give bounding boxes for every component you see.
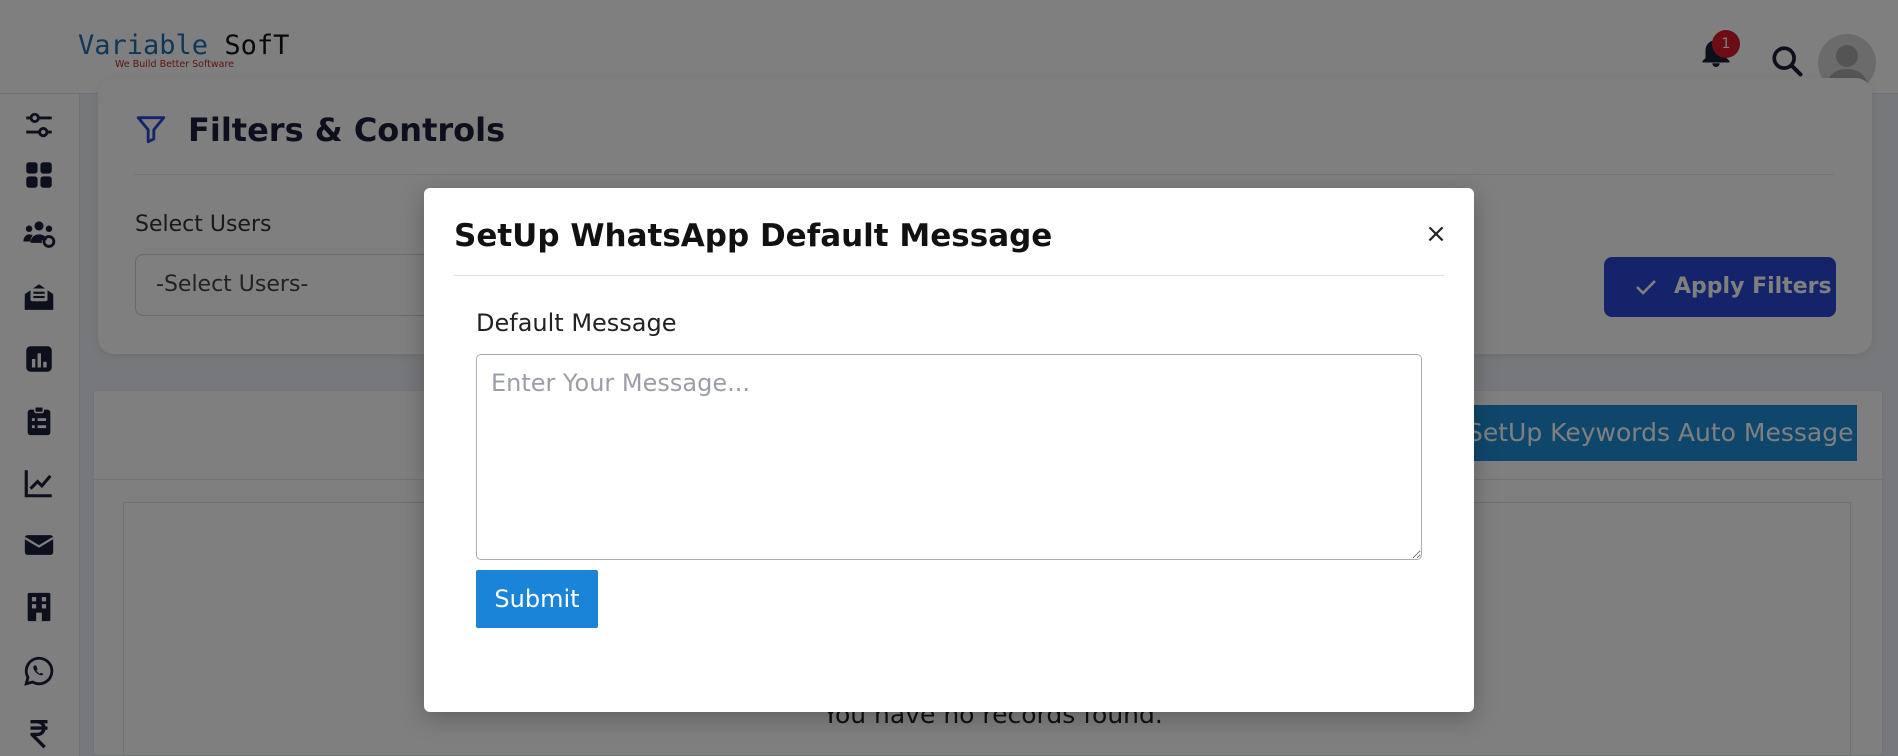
default-message-label: Default Message <box>476 309 677 337</box>
modal-title: SetUp WhatsApp Default Message <box>454 218 1053 254</box>
close-icon[interactable]: × <box>1422 221 1450 249</box>
divider <box>454 275 1444 276</box>
submit-button[interactable]: Submit <box>476 570 598 628</box>
whatsapp-default-message-modal: SetUp WhatsApp Default Message × Default… <box>424 188 1474 712</box>
default-message-textarea[interactable] <box>476 354 1422 560</box>
